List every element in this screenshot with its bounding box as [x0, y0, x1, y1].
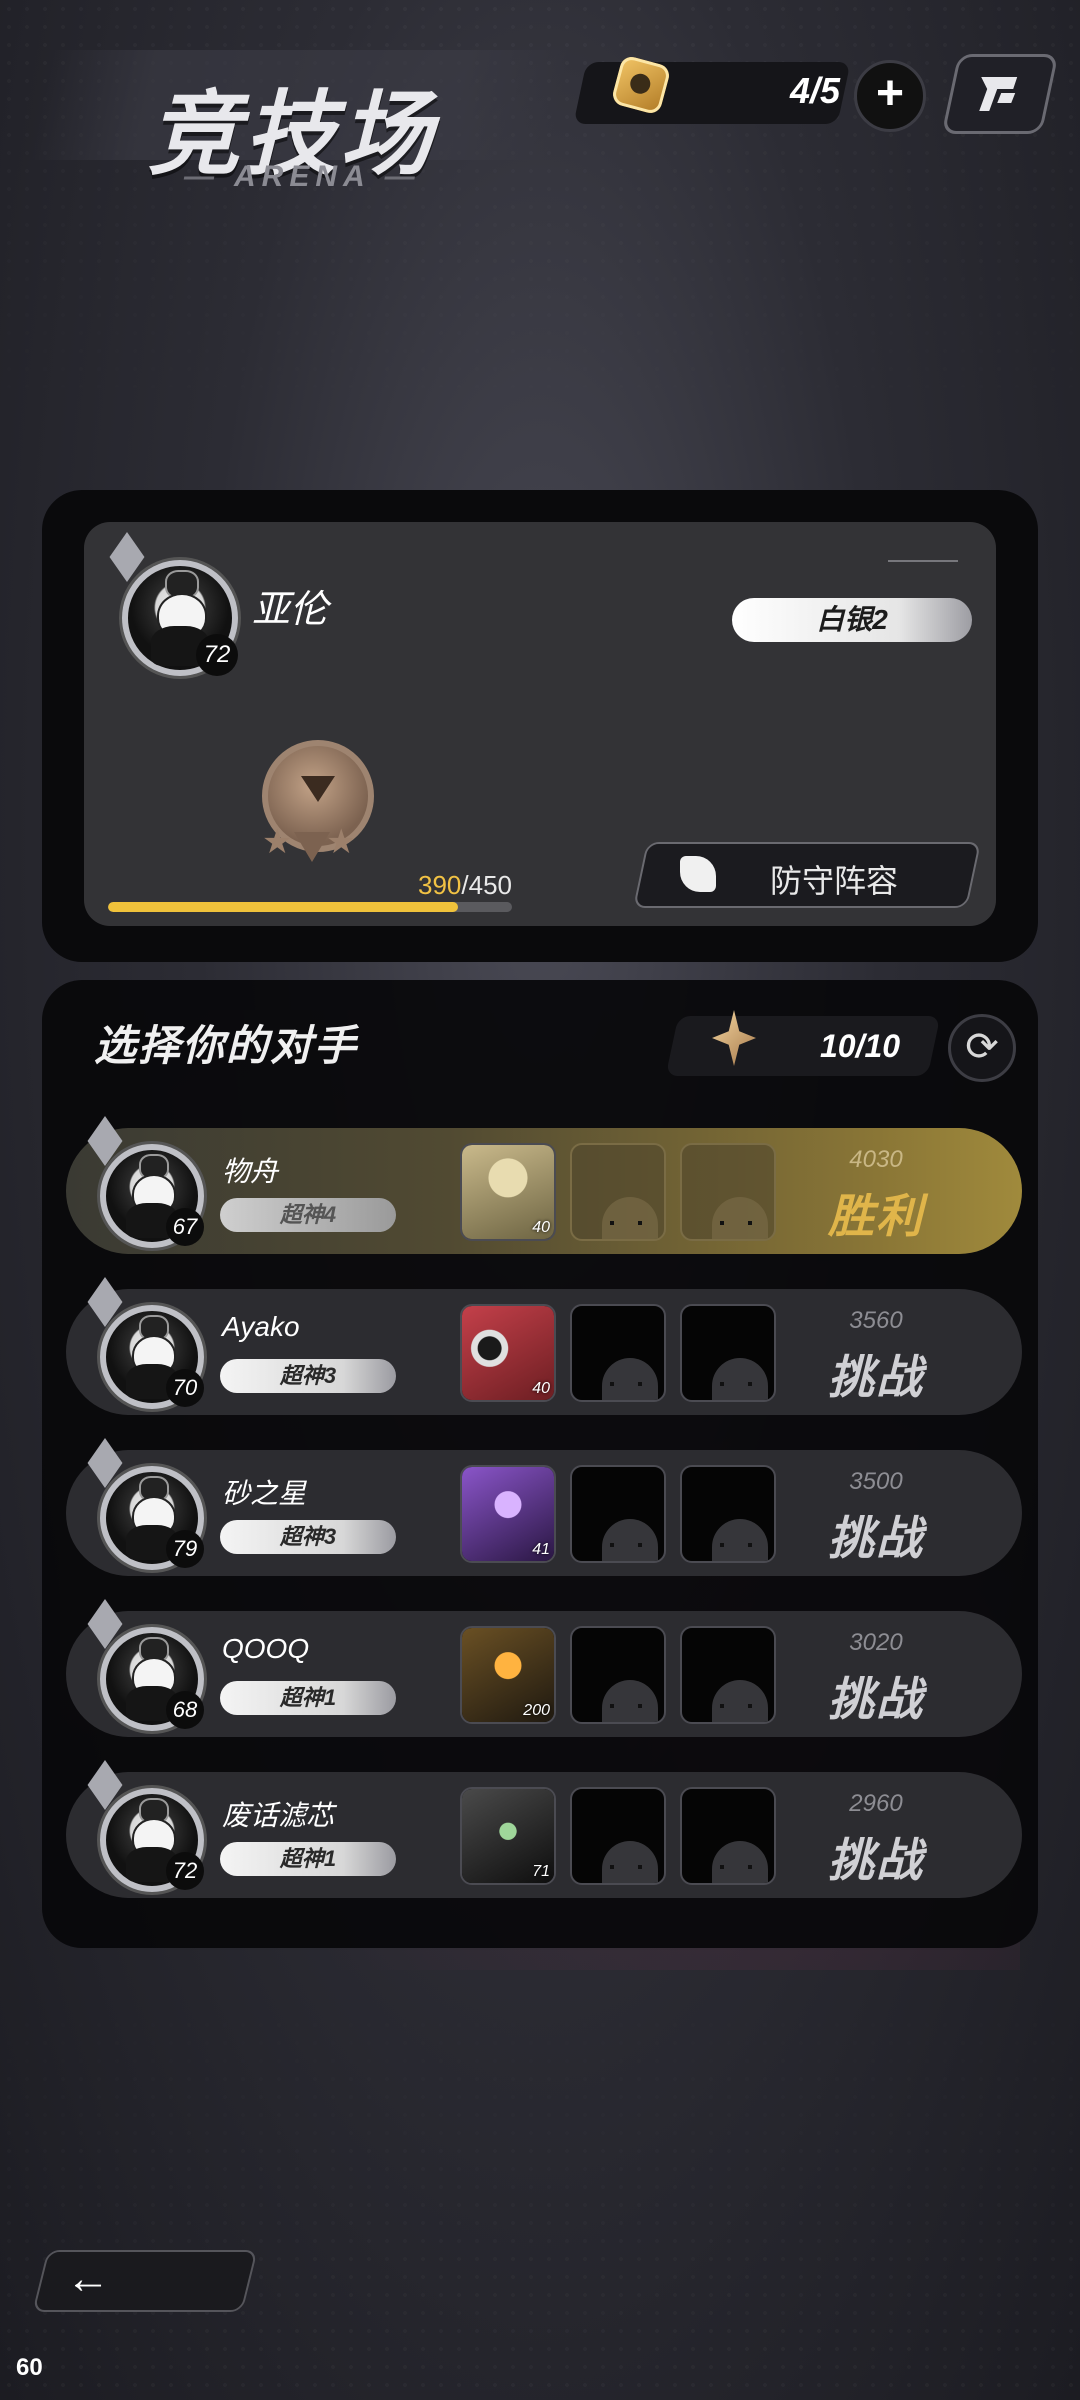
empty-hero-slot [680, 1304, 776, 1402]
opponent-level-badge: 79 [166, 1530, 204, 1568]
opponent-name: 物舟 [222, 1156, 279, 1187]
opponent-power: 3020 [849, 1629, 903, 1656]
opponent-hero-slot: 41 [460, 1465, 556, 1563]
opponent-rank-badge: 超神1 [220, 1842, 396, 1876]
opponent-panel-title: 选择你的对手 [94, 1022, 359, 1069]
opponent-row[interactable]: 70 Ayako 超神3 40 3560 挑战 [66, 1289, 1022, 1415]
player-level-badge: 72 [196, 634, 238, 676]
empty-hero-slot [680, 1143, 776, 1241]
challenge-button[interactable]: 挑战 [796, 1341, 956, 1407]
challenge-button[interactable]: 挑战 [796, 1502, 956, 1568]
opponent-level-badge: 70 [166, 1369, 204, 1407]
hero-level: 41 [532, 1541, 550, 1558]
opponent-rank-badge: 超神3 [220, 1520, 396, 1554]
opponent-name: QOOQ [222, 1633, 310, 1664]
opponent-name: Ayako [222, 1311, 300, 1342]
medal-star-icon: ★ [326, 823, 357, 861]
points-total: /450 [461, 870, 512, 900]
player-name: 亚伦 [252, 589, 329, 631]
empty-hero-slot [680, 1465, 776, 1563]
victory-label: 胜利 [828, 1190, 924, 1242]
rank-medal-tip [294, 832, 330, 862]
ticket-count: 4/5 [789, 70, 840, 111]
opponent-row[interactable]: 72 废话滤芯超神1 71 2960 挑战 [66, 1772, 1022, 1898]
opponent-rank-badge: 超神1 [220, 1681, 396, 1715]
opponent-row[interactable]: 67 物舟超神4 40 4030 胜利 [66, 1128, 1022, 1254]
medal-star-icon: ★ [262, 823, 293, 861]
opponent-rank-badge: 超神4 [220, 1198, 396, 1232]
challenge-count: 10/10 [820, 1028, 901, 1064]
opponent-row[interactable]: 68 QOOQ 超神1 200 3020 挑战 [66, 1611, 1022, 1737]
add-ticket-button[interactable]: + [854, 60, 926, 132]
ranking-icon [979, 77, 1018, 111]
ranking-button[interactable] [941, 54, 1059, 134]
defense-lineup-label: 防守阵容 [770, 863, 899, 899]
opponent-level-badge: 68 [166, 1691, 204, 1729]
hero-level: 40 [532, 1219, 550, 1236]
empty-hero-slot [680, 1787, 776, 1885]
opponent-row[interactable]: 79 砂之星超神3 41 3500 挑战 [66, 1450, 1022, 1576]
opponent-power: 2960 [849, 1790, 903, 1817]
opponent-hero-slot: 71 [460, 1787, 556, 1885]
page-subtitle: ARENA [170, 160, 435, 194]
empty-hero-slot [570, 1143, 666, 1241]
opponent-level-badge: 67 [166, 1208, 204, 1246]
fps-counter: 60 [16, 2354, 43, 2381]
points-current: 390 [418, 870, 462, 900]
opponent-power: 4030 [849, 1146, 903, 1173]
opponent-name: 废话滤芯 [222, 1800, 335, 1831]
refresh-opponents-button[interactable]: ⟳ [948, 1014, 1016, 1082]
rank-divider [888, 560, 958, 562]
back-arrow-icon: ← [66, 2254, 110, 2303]
hero-level: 71 [532, 1863, 550, 1880]
empty-hero-slot [570, 1304, 666, 1402]
opponent-hero-slot: 40 [460, 1304, 556, 1402]
opponent-power: 3560 [849, 1307, 903, 1334]
rank-progress-bar [108, 902, 512, 912]
opponent-level-badge: 72 [166, 1852, 204, 1890]
empty-hero-slot [570, 1787, 666, 1885]
hero-level: 40 [532, 1380, 550, 1397]
empty-hero-slot [680, 1626, 776, 1724]
player-rank-badge: 白银2 [732, 598, 972, 642]
hero-level: 200 [523, 1702, 550, 1719]
rank-progress-fill [108, 902, 459, 912]
shield-icon [680, 856, 716, 892]
opponent-hero-slot: 40 [460, 1143, 556, 1241]
empty-hero-slot [570, 1465, 666, 1563]
opponent-power: 3500 [849, 1468, 903, 1495]
challenge-button[interactable]: 挑战 [796, 1824, 956, 1890]
title-banner: 竞技场 ARENA [28, 40, 572, 200]
empty-hero-slot [570, 1626, 666, 1724]
opponent-rank-badge: 超神3 [220, 1359, 396, 1393]
opponent-name: 砂之星 [222, 1478, 307, 1509]
challenge-button[interactable]: 挑战 [796, 1663, 956, 1729]
rank-progress-label: 390/450 [300, 870, 512, 901]
opponent-hero-slot: 200 [460, 1626, 556, 1724]
